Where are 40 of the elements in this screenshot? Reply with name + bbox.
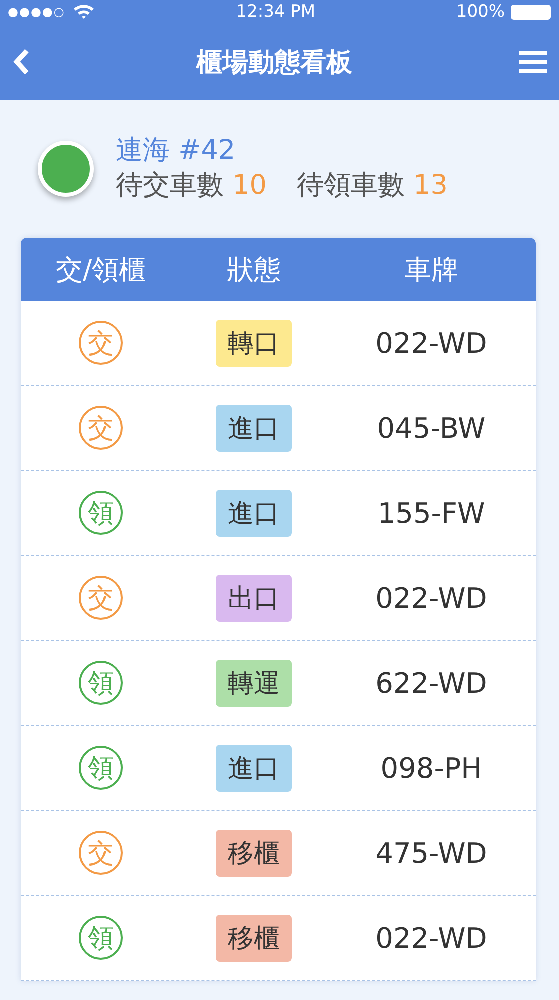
counter-badge: 領 [79, 746, 123, 790]
count-value: 13 [414, 170, 448, 201]
nav-title: 櫃場動態看板 [196, 46, 352, 80]
status-tag: 出口 [216, 574, 292, 622]
terminal-name: 連海 #42 [116, 134, 237, 168]
plate-cell: 045-BW [377, 412, 486, 444]
status-time: 12:34 PM [236, 2, 316, 22]
battery-icon [510, 4, 551, 20]
counter-badge: 交 [79, 406, 123, 450]
status-tag: 進口 [216, 744, 292, 792]
counter-badge: 交 [79, 321, 123, 365]
counter-badge: 領 [79, 491, 123, 535]
counter-badge: 交 [79, 831, 123, 875]
plate-cell: 475-WD [376, 836, 488, 870]
counter-badge: 交 [79, 576, 123, 620]
count-label: 待交車數 [116, 170, 224, 201]
status-tag: 移櫃 [216, 914, 292, 962]
plate-cell: 098-PH [380, 752, 482, 784]
plate-cell: 155-FW [378, 496, 486, 530]
status-tag: 進口 [216, 404, 292, 452]
plate-cell: 022-WD [376, 922, 488, 954]
column-header: 狀態 [227, 254, 281, 288]
status-tag: 轉運 [216, 660, 292, 706]
counter-badge: 領 [79, 661, 123, 705]
plate-cell: 022-WD [376, 326, 488, 360]
menu-icon[interactable] [519, 50, 547, 74]
column-header: 交/領櫃 [56, 254, 146, 288]
plate-cell: 622-WD [376, 666, 488, 700]
battery-percent: 100% [456, 2, 505, 22]
status-tag: 進口 [216, 490, 292, 536]
back-icon[interactable] [12, 48, 30, 76]
signal-strength: ●●●●○ [8, 5, 66, 19]
wifi-icon [73, 4, 96, 20]
status-tag: 轉口 [216, 320, 292, 366]
count-label: 待領車數 [296, 170, 405, 201]
status-tag: 移櫃 [216, 830, 292, 876]
plate-cell: 022-WD [376, 582, 488, 614]
column-header: 車牌 [404, 254, 458, 288]
counter-badge: 領 [79, 916, 123, 960]
count-value: 10 [232, 170, 267, 201]
